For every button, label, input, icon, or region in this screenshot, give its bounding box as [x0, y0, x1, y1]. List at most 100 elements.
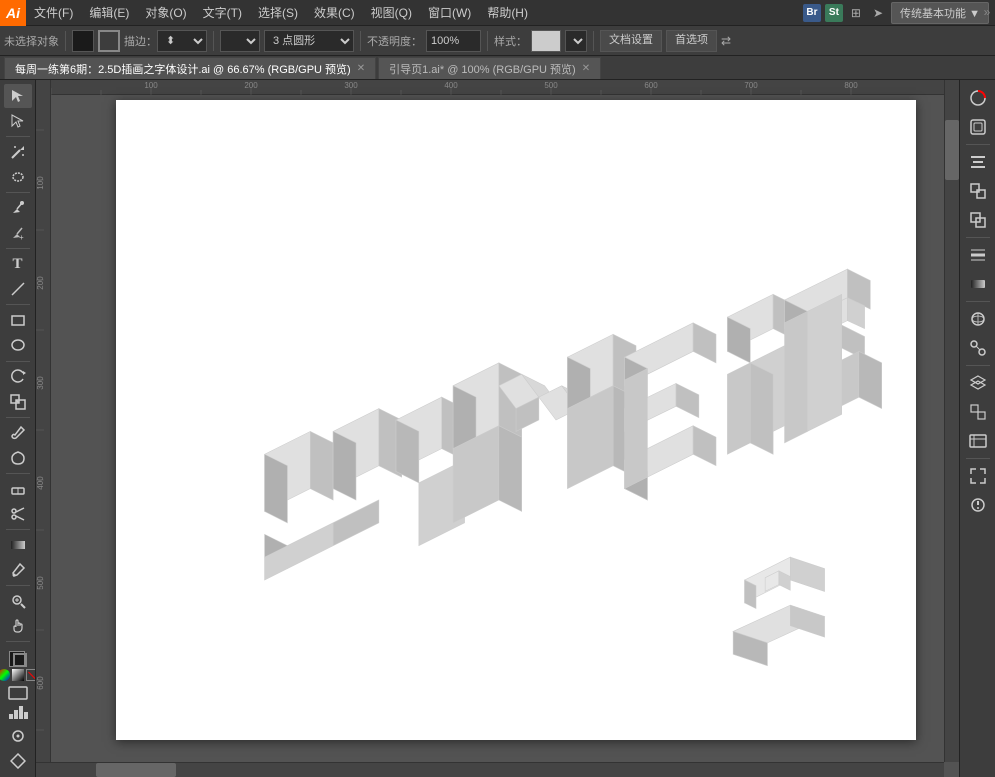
svg-text:600: 600	[644, 81, 658, 90]
more-icon[interactable]: ⇄	[721, 34, 731, 48]
doc-settings-btn[interactable]: 文档设置	[600, 30, 662, 52]
tool-rotate[interactable]	[4, 364, 32, 388]
bar-chart-btn[interactable]	[8, 704, 28, 723]
right-panel-stroke[interactable]	[964, 241, 992, 269]
right-sep3	[966, 301, 990, 302]
stroke-select[interactable]: ⬍	[157, 30, 207, 52]
letter-U	[265, 409, 402, 580]
right-panel-align[interactable]	[964, 148, 992, 176]
none-mode-btn[interactable]	[26, 669, 37, 681]
right-panel-symbols[interactable]	[964, 334, 992, 362]
tool-sep10	[6, 641, 30, 642]
tool-extra2[interactable]	[4, 749, 32, 773]
tool-selection[interactable]	[4, 84, 32, 108]
tool-sep2	[6, 192, 30, 193]
right-panel	[959, 80, 995, 777]
letter-M	[453, 334, 636, 523]
color-mode-btn[interactable]	[0, 669, 10, 681]
tool-paintbrush[interactable]	[4, 420, 32, 444]
tab-guide-file[interactable]: 引导页1.ai* @ 100% (RGB/GPU 预览) ✕	[378, 57, 601, 79]
right-panel-expand[interactable]	[964, 462, 992, 490]
vertical-scrollbar[interactable]	[944, 80, 959, 762]
tool-blob-brush[interactable]	[4, 446, 32, 470]
style-select[interactable]	[565, 30, 587, 52]
sep2	[213, 31, 214, 51]
point-type-select[interactable]: 3 点圆形	[264, 30, 354, 52]
main-area: + T	[0, 80, 995, 777]
menu-view[interactable]: 视图(Q)	[363, 0, 420, 25]
tool-lasso[interactable]	[4, 165, 32, 189]
menu-window[interactable]: 窗口(W)	[420, 0, 479, 25]
tool-line[interactable]	[4, 277, 32, 301]
right-panel-properties[interactable]	[964, 491, 992, 519]
gradient-mode-btn[interactable]	[12, 669, 24, 681]
stroke-swatch[interactable]	[13, 653, 27, 667]
screen-mode-btn[interactable]	[8, 686, 28, 703]
tab-main-label: 每周一练第6期：2.5D插画之字体设计.ai @ 66.67% (RGB/GPU…	[15, 61, 351, 77]
tool-magic-wand[interactable]	[4, 140, 32, 164]
right-panel-layers[interactable]	[964, 369, 992, 397]
svg-text:300: 300	[36, 376, 45, 390]
layout-icon: ⊞	[851, 6, 861, 20]
style-color[interactable]	[531, 30, 561, 52]
right-panel-3d[interactable]	[964, 305, 992, 333]
app-logo: Ai	[0, 0, 26, 26]
menu-select[interactable]: 选择(S)	[250, 0, 306, 25]
tool-sep1	[6, 136, 30, 137]
svg-text:100: 100	[36, 176, 45, 190]
tool-sep5	[6, 361, 30, 362]
menu-file[interactable]: 文件(F)	[26, 0, 81, 25]
right-panel-appearance[interactable]	[964, 113, 992, 141]
tool-sep7	[6, 473, 30, 474]
right-panel-artboards[interactable]	[964, 398, 992, 426]
tool-ellipse[interactable]	[4, 333, 32, 357]
workspace-selector[interactable]: 传统基本功能 ▼	[891, 2, 989, 24]
horizontal-scroll-thumb[interactable]	[96, 763, 176, 777]
right-sep4	[966, 365, 990, 366]
tool-direct-selection[interactable]	[4, 109, 32, 133]
tab-main-close[interactable]: ✕	[357, 63, 365, 74]
tool-hand[interactable]	[4, 614, 32, 638]
svg-text:400: 400	[36, 476, 45, 490]
bridge-badge: Br	[803, 4, 821, 22]
tool-sep8	[6, 529, 30, 530]
right-panel-pathfinder[interactable]	[964, 206, 992, 234]
stock-badge: St	[825, 4, 843, 22]
letter-R	[785, 269, 882, 443]
tool-add-anchor[interactable]: +	[4, 221, 32, 245]
tab-guide-close[interactable]: ✕	[582, 63, 590, 74]
tool-type[interactable]: T	[4, 252, 32, 276]
right-panel-links[interactable]	[964, 427, 992, 455]
tool-rectangle[interactable]	[4, 308, 32, 332]
tool-gradient[interactable]	[4, 533, 32, 557]
sep3	[360, 31, 361, 51]
right-panel-color[interactable]	[964, 84, 992, 112]
right-panel-gradient[interactable]	[964, 270, 992, 298]
menu-object[interactable]: 对象(O)	[137, 0, 194, 25]
menu-edit[interactable]: 编辑(E)	[81, 0, 137, 25]
stroke-color[interactable]	[98, 30, 120, 52]
stroke-label: 描边：	[124, 33, 157, 49]
tool-pen[interactable]	[4, 196, 32, 220]
vertical-scroll-thumb[interactable]	[945, 120, 959, 180]
fill-color[interactable]	[72, 30, 94, 52]
right-panel-transform[interactable]	[964, 177, 992, 205]
tool-eyedropper[interactable]	[4, 558, 32, 582]
svg-text:300: 300	[344, 81, 358, 90]
tab-guide-label: 引导页1.ai* @ 100% (RGB/GPU 预览)	[389, 61, 576, 77]
menu-type[interactable]: 文字(T)	[195, 0, 250, 25]
horizontal-scrollbar[interactable]	[36, 762, 944, 777]
menu-help[interactable]: 帮助(H)	[479, 0, 536, 25]
tool-scale[interactable]	[4, 390, 32, 414]
tool-extra1[interactable]	[4, 724, 32, 748]
tab-main-file[interactable]: 每周一练第6期：2.5D插画之字体设计.ai @ 66.67% (RGB/GPU…	[4, 57, 376, 79]
tabs-overflow[interactable]: »	[979, 0, 995, 24]
opacity-input[interactable]	[426, 30, 481, 52]
tool-zoom[interactable]	[4, 589, 32, 613]
right-sep5	[966, 458, 990, 459]
menu-effect[interactable]: 效果(C)	[306, 0, 363, 25]
tool-eraser[interactable]	[4, 477, 32, 501]
tool-scissors[interactable]	[4, 502, 32, 526]
preferences-btn[interactable]: 首选项	[666, 30, 717, 52]
point-style-select[interactable]	[220, 30, 260, 52]
